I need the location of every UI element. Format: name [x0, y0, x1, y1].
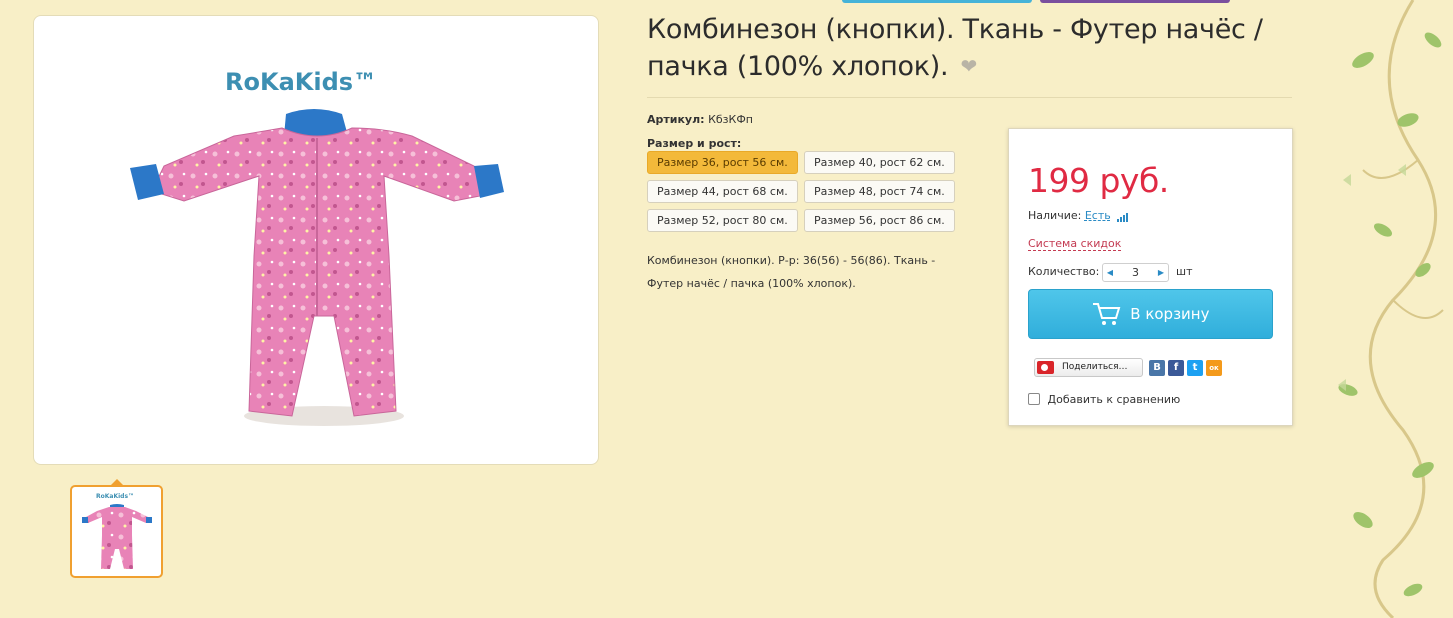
floral-decoration	[1323, 0, 1453, 618]
product-thumbnail[interactable]: RoKaKids™	[70, 485, 163, 578]
discount-system-link[interactable]: Система скидок	[1028, 237, 1122, 251]
odnoklassniki-icon[interactable]: ок	[1206, 360, 1222, 376]
article-label: Артикул:	[647, 113, 705, 126]
article-row: Артикул: КбзКФп	[647, 113, 753, 126]
stock-signal-icon	[1117, 209, 1129, 222]
availability-label: Наличие:	[1028, 209, 1082, 222]
size-option-40[interactable]: Размер 40, рост 62 см.	[804, 151, 955, 174]
price: 199 руб.	[1028, 161, 1169, 200]
romper-illustration: RoKaKids™	[130, 68, 504, 426]
heart-icon[interactable]: ❤	[961, 54, 978, 78]
title-divider	[647, 97, 1292, 98]
size-option-36[interactable]: Размер 36, рост 56 см.	[647, 151, 798, 174]
compare-label: Добавить к сравнению	[1047, 393, 1181, 406]
brand-logo: RoKaKids™	[225, 68, 377, 96]
share-button-label: Поделиться…	[1062, 362, 1128, 372]
size-label: Размер и рост:	[647, 137, 742, 150]
top-tab-strip-purple	[1040, 0, 1230, 3]
vk-icon[interactable]: В	[1149, 360, 1165, 376]
availability-value[interactable]: Есть	[1085, 209, 1111, 222]
description-line-2: Футер начёс / пачка (100% хлопок).	[647, 277, 856, 290]
availability-row: Наличие: Есть	[1028, 209, 1129, 222]
size-option-56[interactable]: Размер 56, рост 86 см.	[804, 209, 955, 232]
share-button[interactable]: Поделиться…	[1034, 358, 1143, 377]
quantity-stepper[interactable]: ◀ 3 ▶	[1102, 263, 1169, 282]
product-title-text: Комбинезон (кнопки). Ткань - Футер начёс…	[647, 14, 1263, 82]
compare-checkbox[interactable]	[1028, 393, 1040, 405]
compare-row[interactable]: Добавить к сравнению	[1028, 393, 1180, 406]
quantity-increase-icon[interactable]: ▶	[1155, 264, 1167, 281]
thumb-logo: RoKaKids™	[96, 493, 134, 500]
add-to-cart-label: В корзину	[1130, 305, 1210, 323]
quantity-input[interactable]: 3	[1117, 264, 1154, 281]
quantity-unit: шт	[1176, 265, 1193, 278]
product-description: Комбинезон (кнопки). Р-р: 36(56) - 56(86…	[647, 249, 977, 295]
buy-box: 199 руб. Наличие: Есть Система скидок Ко…	[1008, 128, 1293, 426]
product-title: Комбинезон (кнопки). Ткань - Футер начёс…	[647, 12, 1297, 85]
add-to-cart-button[interactable]: В корзину	[1028, 289, 1273, 339]
description-line-1: Комбинезон (кнопки). Р-р: 36(56) - 56(86…	[647, 254, 936, 267]
quantity-decrease-icon[interactable]: ◀	[1104, 264, 1116, 281]
size-option-48[interactable]: Размер 48, рост 74 см.	[804, 180, 955, 203]
size-option-52[interactable]: Размер 52, рост 80 см.	[647, 209, 798, 232]
top-tab-strip-blue	[842, 0, 1032, 3]
size-option-44[interactable]: Размер 44, рост 68 см.	[647, 180, 798, 203]
product-main-image[interactable]: RoKaKids™	[33, 15, 599, 465]
vine-icon	[1338, 0, 1444, 618]
twitter-icon[interactable]: t	[1187, 360, 1203, 376]
thumb-romper-illustration: RoKaKids™	[82, 493, 152, 569]
article-value: КбзКФп	[708, 113, 753, 126]
quantity-label: Количество:	[1028, 265, 1100, 278]
share-icon	[1037, 361, 1054, 374]
cart-icon	[1093, 303, 1121, 325]
facebook-icon[interactable]: f	[1168, 360, 1184, 376]
